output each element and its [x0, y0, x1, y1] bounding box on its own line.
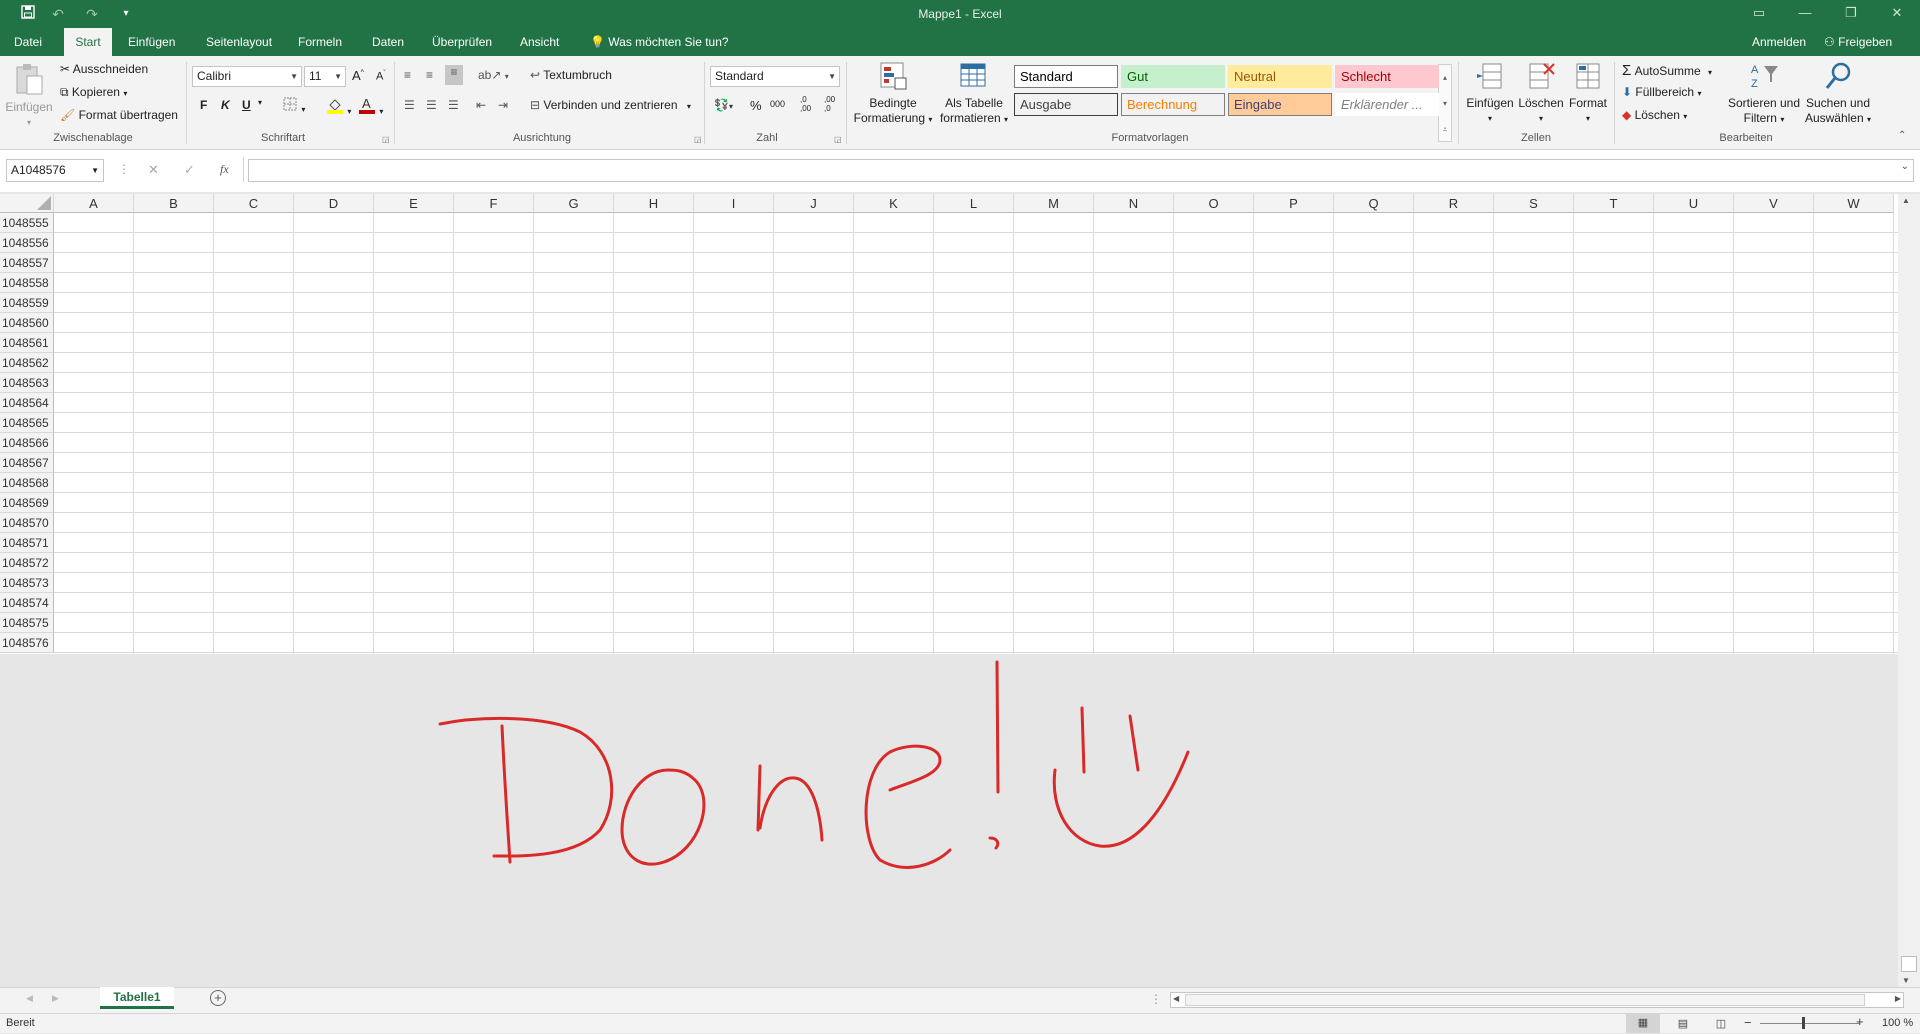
prev-sheet-icon[interactable]: ◀: [26, 993, 33, 1004]
status-ready: Bereit: [6, 1017, 35, 1029]
sheet-tab-tabelle1[interactable]: Tabelle1: [100, 987, 174, 1009]
scroll-left-icon[interactable]: ◀: [1173, 994, 1179, 1003]
horizontal-scrollbar[interactable]: ◀ ▶: [1170, 992, 1904, 1008]
scroll-right-icon[interactable]: ▶: [1895, 994, 1901, 1003]
horizontal-scroll-thumb[interactable]: [1185, 994, 1865, 1006]
zoom-in-icon[interactable]: +: [1856, 1014, 1864, 1029]
next-sheet-icon[interactable]: ▶: [52, 993, 59, 1004]
new-sheet-icon[interactable]: +: [210, 990, 226, 1006]
zoom-slider[interactable]: [1760, 1023, 1860, 1024]
page-layout-view-icon[interactable]: ▤: [1666, 1014, 1700, 1034]
normal-view-icon[interactable]: ▦: [1626, 1013, 1660, 1033]
handwritten-done-drawing: [438, 660, 1190, 869]
zoom-level[interactable]: 100 %: [1882, 1017, 1913, 1029]
zoom-out-icon[interactable]: −: [1744, 1015, 1752, 1030]
page-break-view-icon[interactable]: ◫: [1704, 1014, 1738, 1034]
sheet-tab-bar: ◀ ▶ Tabelle1 + ⋮ ◀ ▶: [0, 987, 1920, 1013]
status-bar: Bereit ▦ ▤ ◫ − + 100 %: [0, 1013, 1920, 1033]
zoom-slider-thumb[interactable]: [1802, 1017, 1805, 1029]
split-handle-icon[interactable]: ⋮: [1150, 992, 1162, 1006]
